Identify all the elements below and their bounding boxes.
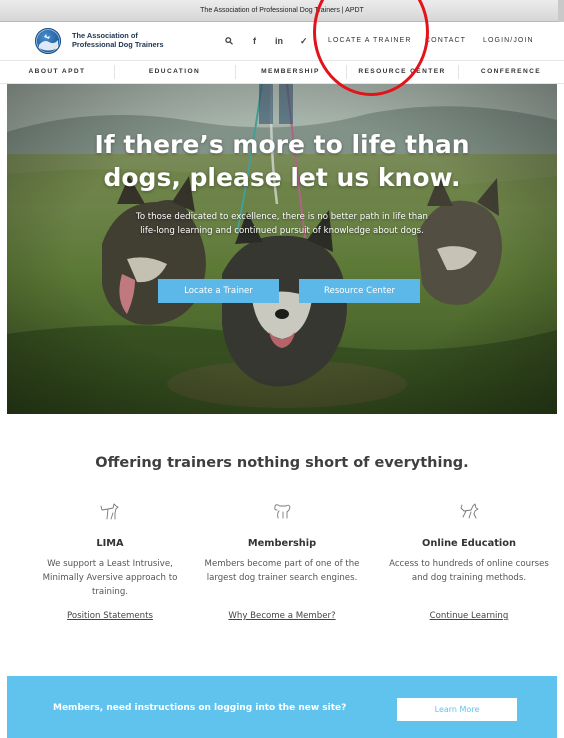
standing-dog-icon bbox=[100, 503, 119, 520]
why-become-a-member-link[interactable]: Why Become a Member? bbox=[202, 611, 362, 621]
sitting-dog-icon bbox=[274, 504, 291, 519]
learn-more-button[interactable]: Learn More bbox=[397, 698, 517, 721]
brand-name[interactable]: The Association of Professional Dog Trai… bbox=[72, 31, 164, 49]
hero-subtitle: To those dedicated to excellence, there … bbox=[136, 212, 428, 236]
resource-center-button[interactable]: Resource Center bbox=[299, 279, 420, 303]
feature-heading: LIMA bbox=[96, 538, 124, 549]
nav-item-education[interactable]: EDUCATION bbox=[114, 61, 235, 83]
site-header: The Association of Professional Dog Trai… bbox=[0, 22, 564, 60]
hero-title: If there’s more to life than dogs, pleas… bbox=[7, 128, 557, 194]
login-join-link[interactable]: LOGIN/JOIN bbox=[483, 37, 534, 44]
offering-title: Offering trainers nothing short of every… bbox=[95, 455, 469, 471]
nav-item-resource-center[interactable]: RESOURCE CENTER bbox=[346, 61, 458, 83]
feature-text: We support a Least Intrusive, Minimally … bbox=[42, 559, 178, 597]
facebook-icon[interactable]: f bbox=[253, 36, 256, 46]
banner-message: Members, need instructions on logging in… bbox=[53, 703, 347, 713]
window-title-bar: The Association of Professional Dog Trai… bbox=[0, 0, 564, 22]
window-title: The Association of Professional Dog Trai… bbox=[200, 7, 364, 14]
feature-heading: Online Education bbox=[422, 538, 516, 549]
feature-heading: Membership bbox=[247, 538, 317, 549]
hero-title-line-2: dogs, please let us know. bbox=[103, 163, 461, 192]
feature-column-lima: LIMA We support a Least Intrusive, Minim… bbox=[30, 500, 190, 621]
search-icon[interactable]: ⚲ bbox=[223, 35, 236, 48]
window-corner bbox=[558, 0, 564, 22]
feature-column-membership: Membership Members become part of one of… bbox=[202, 500, 362, 621]
position-statements-link[interactable]: Position Statements bbox=[30, 611, 190, 621]
running-dog-icon bbox=[460, 503, 479, 519]
logo-icon bbox=[36, 29, 60, 53]
nav-item-conference[interactable]: CONFERENCE bbox=[458, 61, 564, 83]
brand-line-1: The Association of bbox=[72, 31, 138, 40]
members-login-banner: Members, need instructions on logging in… bbox=[7, 676, 557, 738]
continue-learning-link[interactable]: Continue Learning bbox=[389, 611, 549, 621]
main-navigation: ABOUT APDT EDUCATION MEMBERSHIP RESOURCE… bbox=[0, 60, 564, 84]
locate-a-trainer-link[interactable]: LOCATE A TRAINER bbox=[328, 37, 411, 44]
feature-text: Access to hundreds of online courses and… bbox=[389, 559, 549, 583]
feature-text: Members become part of one of the larges… bbox=[204, 559, 360, 583]
nav-item-membership[interactable]: MEMBERSHIP bbox=[235, 61, 346, 83]
hero-banner: If there’s more to life than dogs, pleas… bbox=[7, 84, 557, 414]
twitter-icon[interactable]: ✓ bbox=[300, 36, 308, 47]
hero-title-line-1: If there’s more to life than bbox=[94, 130, 470, 159]
linkedin-icon[interactable]: in bbox=[275, 36, 283, 46]
contact-link[interactable]: CONTACT bbox=[425, 37, 466, 44]
feature-column-online-education: Online Education Access to hundreds of o… bbox=[389, 500, 549, 621]
brand-line-2: Professional Dog Trainers bbox=[72, 40, 164, 49]
apdt-logo[interactable] bbox=[35, 28, 61, 54]
locate-a-trainer-button[interactable]: Locate a Trainer bbox=[158, 279, 279, 303]
nav-item-about[interactable]: ABOUT APDT bbox=[0, 61, 114, 83]
